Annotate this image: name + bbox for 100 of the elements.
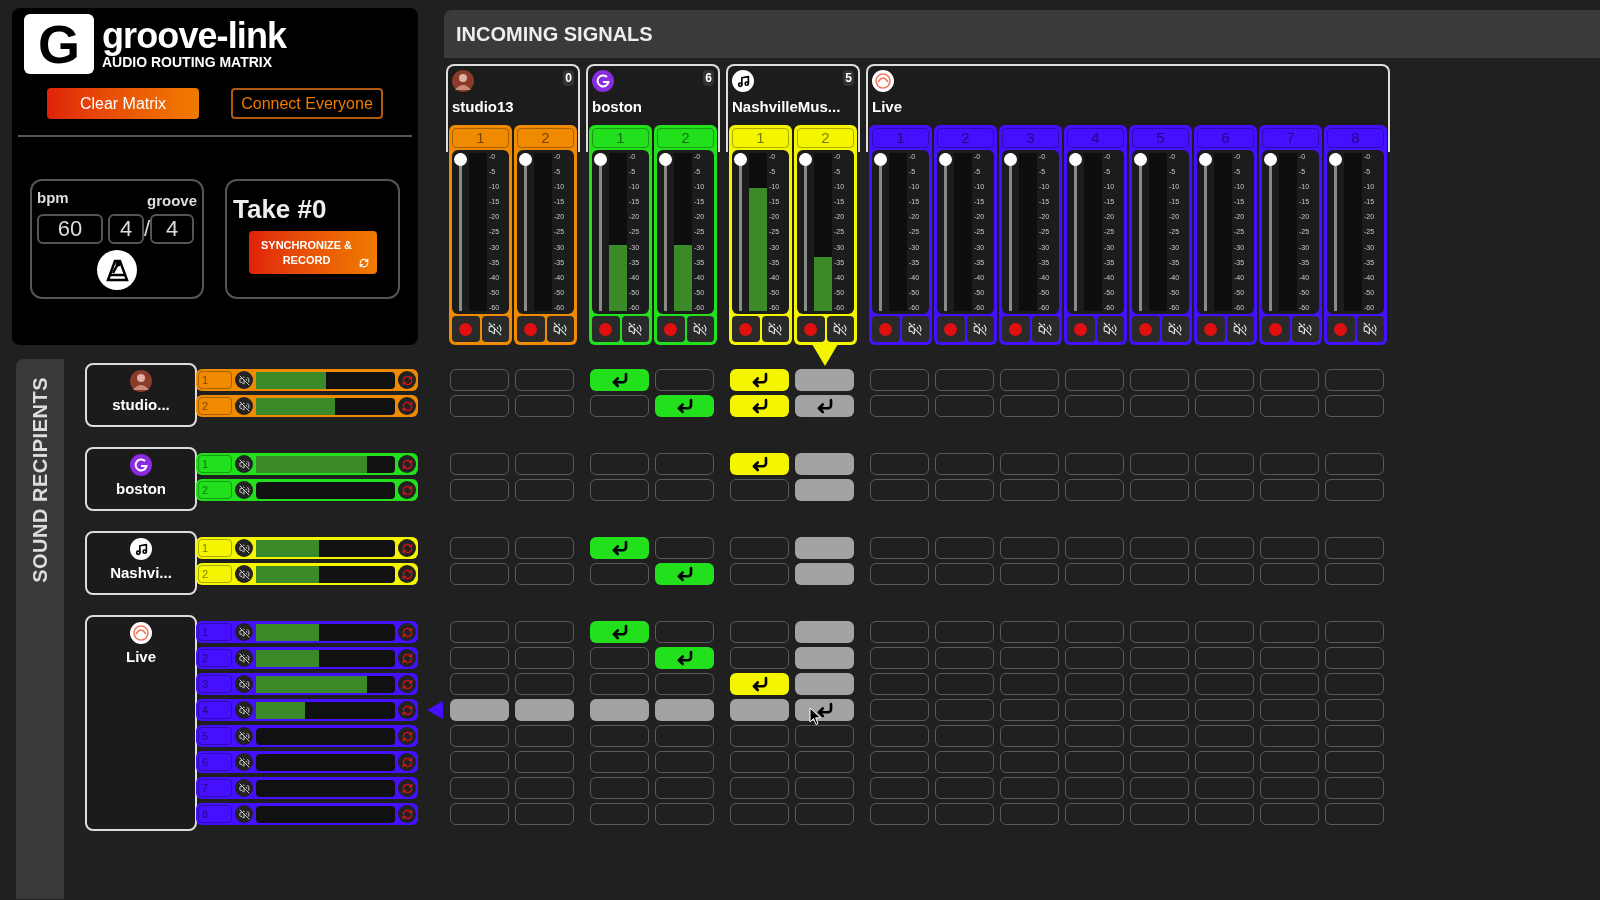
matrix-cell[interactable] [1325,673,1384,695]
matrix-cell[interactable] [655,673,714,695]
matrix-cell[interactable] [1195,453,1254,475]
mute-button[interactable] [235,727,253,745]
matrix-cell[interactable] [515,395,574,417]
matrix-cell[interactable] [1000,725,1059,747]
matrix-cell[interactable] [1195,563,1254,585]
mute-button[interactable] [901,316,929,342]
matrix-cell[interactable] [1195,803,1254,825]
matrix-cell[interactable] [1065,395,1124,417]
matrix-cell[interactable] [515,479,574,501]
matrix-cell[interactable] [935,621,994,643]
matrix-cell[interactable] [450,725,509,747]
matrix-cell[interactable] [515,777,574,799]
matrix-cell[interactable] [1130,479,1189,501]
matrix-cell[interactable] [870,479,929,501]
matrix-cell[interactable] [730,537,789,559]
channel-label[interactable]: 2 [657,128,714,148]
matrix-cell[interactable] [1260,699,1319,721]
matrix-cell[interactable] [1000,647,1059,669]
matrix-cell[interactable] [515,803,574,825]
channel-label[interactable]: 2 [198,481,232,499]
fader-thumb[interactable] [1004,153,1017,166]
matrix-cell[interactable] [795,369,854,391]
mute-button[interactable] [1291,316,1319,342]
matrix-cell[interactable] [1000,395,1059,417]
matrix-cell[interactable] [1000,369,1059,391]
channel-label[interactable]: 1 [198,371,232,389]
matrix-cell[interactable] [1000,777,1059,799]
mute-button[interactable] [235,805,253,823]
channel-label[interactable]: 2 [797,128,854,148]
matrix-cell[interactable] [935,647,994,669]
matrix-cell[interactable] [590,453,649,475]
fader-thumb[interactable] [1329,153,1342,166]
matrix-cell[interactable] [730,673,789,695]
matrix-cell[interactable] [1130,395,1189,417]
channel-label[interactable]: 7 [198,779,232,797]
matrix-cell[interactable] [655,563,714,585]
mute-button[interactable] [621,316,649,342]
matrix-cell[interactable] [1325,563,1384,585]
matrix-cell[interactable] [655,453,714,475]
mute-button[interactable] [1356,316,1384,342]
matrix-cell[interactable] [1195,537,1254,559]
unit-field[interactable]: 4 [150,213,195,244]
channel-label[interactable]: 2 [937,128,994,148]
matrix-cell[interactable] [1130,537,1189,559]
matrix-cell[interactable] [590,621,649,643]
matrix-cell[interactable] [1065,699,1124,721]
channel-label[interactable]: 1 [198,455,232,473]
matrix-cell[interactable] [730,563,789,585]
matrix-cell[interactable] [590,563,649,585]
matrix-cell[interactable] [450,453,509,475]
matrix-cell[interactable] [655,777,714,799]
matrix-cell[interactable] [795,803,854,825]
channel-label[interactable]: 4 [1067,128,1124,148]
channel-label[interactable]: 5 [1132,128,1189,148]
matrix-cell[interactable] [1195,395,1254,417]
matrix-cell[interactable] [870,453,929,475]
matrix-cell[interactable] [450,621,509,643]
matrix-cell[interactable] [1325,751,1384,773]
matrix-cell[interactable] [1260,453,1319,475]
matrix-cell[interactable] [1065,563,1124,585]
matrix-cell[interactable] [1260,751,1319,773]
channel-label[interactable]: 1 [592,128,649,148]
matrix-cell[interactable] [795,537,854,559]
matrix-cell[interactable] [730,453,789,475]
matrix-cell[interactable] [450,563,509,585]
channel-label[interactable]: 1 [732,128,789,148]
matrix-cell[interactable] [795,673,854,695]
matrix-cell[interactable] [1325,725,1384,747]
matrix-cell[interactable] [1000,563,1059,585]
mute-button[interactable] [235,675,253,693]
matrix-cell[interactable] [1065,647,1124,669]
matrix-cell[interactable] [870,725,929,747]
matrix-cell[interactable] [730,803,789,825]
matrix-cell[interactable] [1260,647,1319,669]
matrix-cell[interactable] [935,369,994,391]
channel-label[interactable]: 3 [198,675,232,693]
matrix-cell[interactable] [795,751,854,773]
fader-thumb[interactable] [519,153,532,166]
matrix-cell[interactable] [935,699,994,721]
fader-thumb[interactable] [659,153,672,166]
matrix-cell[interactable] [1325,395,1384,417]
matrix-cell[interactable] [870,699,929,721]
matrix-cell[interactable] [1325,803,1384,825]
matrix-cell[interactable] [655,395,714,417]
refresh-button[interactable] [398,565,416,583]
matrix-cell[interactable] [935,395,994,417]
matrix-cell[interactable] [1130,563,1189,585]
refresh-button[interactable] [398,397,416,415]
fader-thumb[interactable] [594,153,607,166]
matrix-cell[interactable] [1000,479,1059,501]
matrix-cell[interactable] [935,537,994,559]
matrix-cell[interactable] [1065,453,1124,475]
matrix-cell[interactable] [795,621,854,643]
matrix-cell[interactable] [870,563,929,585]
channel-label[interactable]: 6 [198,753,232,771]
channel-label[interactable]: 1 [872,128,929,148]
matrix-cell[interactable] [590,479,649,501]
matrix-cell[interactable] [870,777,929,799]
